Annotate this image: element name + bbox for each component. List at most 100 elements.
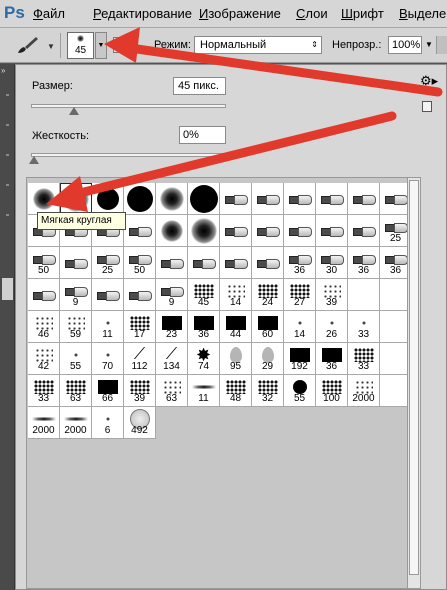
brush-preset-cell[interactable]: 95	[220, 343, 252, 375]
menu-type[interactable]: Шрифт	[341, 6, 384, 21]
mode-select[interactable]: Нормальный ⇕	[194, 36, 322, 54]
brush-picker-dropdown[interactable]: ▼	[95, 32, 107, 59]
brush-preset-cell[interactable]: 192	[284, 343, 316, 375]
brush-preset-cell[interactable]: 45	[188, 279, 220, 311]
hardness-input[interactable]: 0%	[179, 126, 226, 144]
brush-preset-cell[interactable]: ⟋ 134	[156, 343, 188, 375]
brush-preset-cell[interactable]: 42	[28, 343, 60, 375]
brush-preset-cell[interactable]	[220, 215, 252, 247]
brush-preset-cell[interactable]: 2000	[28, 407, 60, 439]
brush-preset-cell[interactable]	[252, 215, 284, 247]
size-slider-thumb[interactable]	[68, 107, 79, 115]
brush-preset-cell[interactable]	[28, 183, 60, 215]
brush-preset-cell[interactable]	[252, 247, 284, 279]
brush-preset-cell[interactable]	[188, 183, 220, 215]
brush-preset-cell[interactable]: 17	[124, 311, 156, 343]
brush-preset-cell[interactable]: 36	[284, 247, 316, 279]
brush-preset-cell[interactable]: 9	[156, 279, 188, 311]
brush-preset-cell[interactable]: 14	[220, 279, 252, 311]
brush-preset-cell[interactable]	[316, 215, 348, 247]
brush-preset-cell[interactable]: 60	[252, 311, 284, 343]
brush-preset-cell[interactable]	[92, 183, 124, 215]
collapse-icon[interactable]: »	[1, 66, 5, 75]
menu-file[interactable]: Файл	[33, 6, 65, 21]
brush-preset-cell[interactable]	[60, 183, 92, 215]
tool-preset-arrow-icon[interactable]: ▼	[47, 42, 55, 51]
new-preset-icon[interactable]	[422, 101, 432, 112]
brush-preset-cell[interactable]	[156, 215, 188, 247]
menu-edit[interactable]: Редактирование	[93, 6, 192, 21]
brush-preset-cell[interactable]: 25	[92, 247, 124, 279]
brush-preset-cell[interactable]: 11	[92, 311, 124, 343]
brush-preset-cell[interactable]: 70	[92, 343, 124, 375]
brush-preset-cell[interactable]: 2000	[60, 407, 92, 439]
brush-preset-cell[interactable]: 39	[124, 375, 156, 407]
brush-preset-cell[interactable]	[188, 215, 220, 247]
tool-preset-picker[interactable]	[14, 34, 46, 56]
brush-preset-cell[interactable]: 32	[252, 375, 284, 407]
scrollbar-thumb[interactable]	[409, 180, 419, 575]
brush-preset-cell[interactable]: 63	[60, 375, 92, 407]
brush-preset-cell[interactable]	[348, 183, 380, 215]
brush-preset-cell[interactable]	[124, 279, 156, 311]
brush-preset-cell[interactable]: 48	[220, 375, 252, 407]
brush-preset-cell[interactable]: ✸ 74	[188, 343, 220, 375]
brush-preset-cell[interactable]: 33	[348, 311, 380, 343]
active-tool[interactable]	[2, 278, 13, 300]
brush-preset-cell[interactable]: 23	[156, 311, 188, 343]
menu-image[interactable]: Изображение	[199, 6, 281, 21]
brush-preset-cell[interactable]: 63	[156, 375, 188, 407]
brush-preset-swatch[interactable]: 45	[67, 32, 94, 59]
brush-preset-cell[interactable]	[348, 279, 380, 311]
brush-preset-cell[interactable]: 14	[284, 311, 316, 343]
hardness-slider-track[interactable]	[31, 153, 226, 157]
brush-preset-cell[interactable]: 2000	[348, 375, 380, 407]
pressure-opacity-icon[interactable]	[436, 36, 447, 54]
brush-preset-cell[interactable]: 39	[316, 279, 348, 311]
brush-preset-cell[interactable]	[220, 247, 252, 279]
menu-layers[interactable]: Слои	[296, 6, 328, 21]
brush-preset-cell[interactable]: 46	[28, 311, 60, 343]
brush-preset-cell[interactable]: 36	[188, 311, 220, 343]
size-slider-track[interactable]	[31, 104, 226, 108]
brush-preset-cell[interactable]	[284, 215, 316, 247]
brush-preset-cell[interactable]: 492	[124, 407, 156, 439]
brush-preset-cell[interactable]: 100	[316, 375, 348, 407]
opacity-input[interactable]: 100%	[388, 36, 422, 54]
brush-preset-cell[interactable]: 26	[316, 311, 348, 343]
brush-preset-cell[interactable]: 6	[92, 407, 124, 439]
gear-icon[interactable]: ⚙▸	[420, 73, 438, 88]
brush-preset-cell[interactable]: 50	[124, 247, 156, 279]
brush-preset-cell[interactable]: 44	[220, 311, 252, 343]
brush-preset-cell[interactable]: 24	[252, 279, 284, 311]
size-input[interactable]: 45 пикс.	[173, 77, 226, 95]
brush-preset-cell[interactable]: 36	[316, 343, 348, 375]
brush-panel-toggle-icon[interactable]	[113, 37, 129, 53]
brush-preset-cell[interactable]	[156, 183, 188, 215]
brush-preset-cell[interactable]	[348, 215, 380, 247]
brush-preset-cell[interactable]	[156, 247, 188, 279]
brush-preset-cell[interactable]	[60, 247, 92, 279]
vertical-scrollbar[interactable]	[407, 177, 421, 589]
brush-preset-cell[interactable]: 59	[60, 311, 92, 343]
brush-preset-cell[interactable]	[188, 247, 220, 279]
brush-preset-cell[interactable]: 33	[348, 343, 380, 375]
brush-preset-cell[interactable]: ⟋ 112	[124, 343, 156, 375]
brush-preset-cell[interactable]: 33	[28, 375, 60, 407]
brush-preset-cell[interactable]: 30	[316, 247, 348, 279]
menu-select[interactable]: Выделен	[399, 6, 447, 21]
hardness-slider-thumb[interactable]	[29, 156, 39, 164]
brush-preset-cell[interactable]	[92, 279, 124, 311]
brush-preset-cell[interactable]: 11	[188, 375, 220, 407]
brush-preset-cell[interactable]: 55	[284, 375, 316, 407]
brush-preset-cell[interactable]: 36	[348, 247, 380, 279]
brush-preset-cell[interactable]	[316, 183, 348, 215]
opacity-dropdown-icon[interactable]: ▼	[425, 40, 433, 49]
brush-preset-cell[interactable]	[28, 279, 60, 311]
brush-preset-cell[interactable]: 50	[28, 247, 60, 279]
brush-preset-cell[interactable]: 55	[60, 343, 92, 375]
brush-preset-cell[interactable]	[252, 183, 284, 215]
brush-preset-cell[interactable]	[124, 215, 156, 247]
brush-preset-cell[interactable]: 27	[284, 279, 316, 311]
brush-preset-cell[interactable]	[124, 183, 156, 215]
